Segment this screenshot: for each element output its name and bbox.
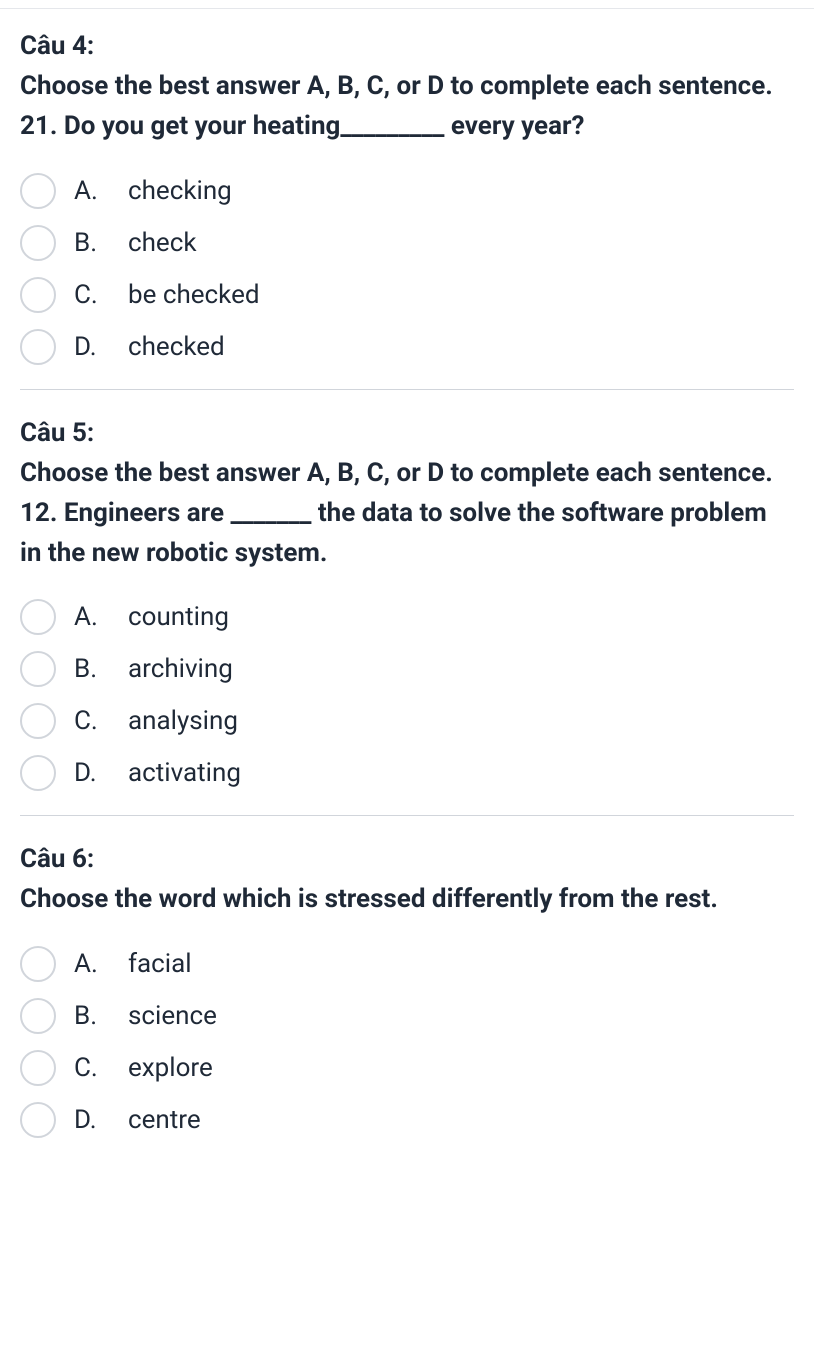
question-label: Câu 4: <box>20 27 794 66</box>
radio-button[interactable] <box>20 946 56 982</box>
question-label: Câu 5: <box>20 414 794 453</box>
option-text: checked <box>128 332 225 362</box>
radio-button[interactable] <box>20 225 56 261</box>
option-text: centre <box>128 1105 201 1135</box>
options-list: A. counting B. archiving C. analysing D.… <box>20 599 794 791</box>
option-letter: B. <box>74 228 110 258</box>
option-text: check <box>128 228 197 258</box>
question-instruction: Choose the best answer A, B, C, or D to … <box>20 453 794 493</box>
option-letter: D. <box>74 332 110 362</box>
option-letter: B. <box>74 1001 110 1031</box>
option-text: explore <box>128 1053 213 1083</box>
options-list: A. checking B. check C. be checked D. ch… <box>20 173 794 365</box>
radio-button[interactable] <box>20 277 56 313</box>
option-row-a[interactable]: A. facial <box>20 946 794 982</box>
radio-button[interactable] <box>20 998 56 1034</box>
option-row-c[interactable]: C. analysing <box>20 703 794 739</box>
option-row-a[interactable]: A. checking <box>20 173 794 209</box>
question-block: Câu 6: Choose the word which is stressed… <box>20 840 794 1137</box>
option-letter: A. <box>74 949 110 979</box>
option-letter: A. <box>74 602 110 632</box>
option-letter: D. <box>74 758 110 788</box>
quiz-container: Câu 4: Choose the best answer A, B, C, o… <box>0 8 814 1158</box>
option-row-b[interactable]: B. archiving <box>20 651 794 687</box>
options-list: A. facial B. science C. explore D. centr… <box>20 946 794 1138</box>
option-row-c[interactable]: C. explore <box>20 1050 794 1086</box>
option-text: science <box>128 1001 217 1031</box>
radio-button[interactable] <box>20 599 56 635</box>
option-text: be checked <box>128 280 260 310</box>
radio-button[interactable] <box>20 651 56 687</box>
option-letter: B. <box>74 654 110 684</box>
option-text: archiving <box>128 654 233 684</box>
option-row-a[interactable]: A. counting <box>20 599 794 635</box>
radio-button[interactable] <box>20 329 56 365</box>
question-prompt: 21. Do you get your heating_________ eve… <box>20 106 794 146</box>
question-instruction: Choose the word which is stressed differ… <box>20 879 794 919</box>
option-letter: D. <box>74 1105 110 1135</box>
option-letter: A. <box>74 176 110 206</box>
radio-button[interactable] <box>20 703 56 739</box>
option-letter: C. <box>74 706 110 736</box>
option-text: analysing <box>128 706 238 736</box>
option-row-d[interactable]: D. activating <box>20 755 794 791</box>
option-row-b[interactable]: B. check <box>20 225 794 261</box>
option-text: activating <box>128 758 241 788</box>
question-block: Câu 4: Choose the best answer A, B, C, o… <box>20 27 794 390</box>
option-row-d[interactable]: D. centre <box>20 1102 794 1138</box>
option-text: counting <box>128 602 229 632</box>
option-row-c[interactable]: C. be checked <box>20 277 794 313</box>
option-text: checking <box>128 176 232 206</box>
question-prompt: 12. Engineers are _______ the data to so… <box>20 493 794 574</box>
option-letter: C. <box>74 1053 110 1083</box>
option-letter: C. <box>74 280 110 310</box>
question-block: Câu 5: Choose the best answer A, B, C, o… <box>20 414 794 817</box>
question-instruction: Choose the best answer A, B, C, or D to … <box>20 66 794 106</box>
option-text: facial <box>128 949 192 979</box>
radio-button[interactable] <box>20 1050 56 1086</box>
radio-button[interactable] <box>20 1102 56 1138</box>
radio-button[interactable] <box>20 173 56 209</box>
option-row-b[interactable]: B. science <box>20 998 794 1034</box>
option-row-d[interactable]: D. checked <box>20 329 794 365</box>
question-label: Câu 6: <box>20 840 794 879</box>
radio-button[interactable] <box>20 755 56 791</box>
